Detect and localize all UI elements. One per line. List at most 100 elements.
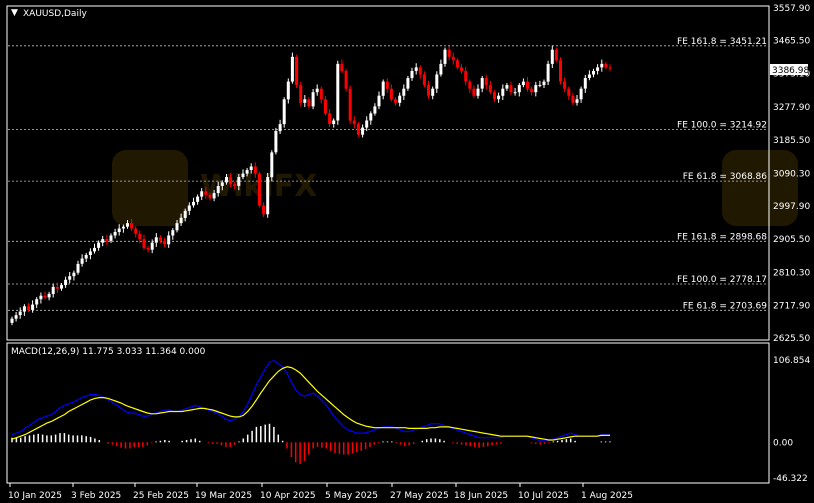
candle-body [365, 120, 369, 128]
candle-body [229, 177, 233, 185]
candle-body [204, 191, 208, 195]
candle-body [435, 74, 439, 89]
candle-body [101, 239, 105, 243]
candle-body [47, 293, 51, 298]
candle-body [225, 177, 228, 183]
candle-body [369, 113, 373, 121]
macd-label: MACD(12,26,9) 11.775 3.033 11.364 0.000 [11, 347, 206, 357]
candle-body [262, 205, 266, 215]
candle-body [93, 247, 96, 252]
candle-body [377, 95, 381, 107]
candle-body [150, 242, 154, 250]
candle-body [356, 124, 360, 135]
candle-body [216, 186, 220, 194]
fib-level-label: FE 100.0 = 3214.92 [677, 120, 767, 130]
fib-level-label: FE 61.8 = 2703.69 [683, 301, 768, 311]
candle-body [328, 113, 332, 124]
candle-body [39, 295, 43, 300]
candle-body [295, 56, 299, 86]
candle-body [117, 228, 121, 232]
candle-body [398, 95, 402, 103]
candle-body [550, 49, 554, 64]
candle-body [212, 193, 216, 199]
candle-body [282, 99, 286, 125]
candle-body [278, 124, 282, 132]
candle-body [319, 88, 323, 100]
candle-body [290, 56, 294, 82]
candle-body [389, 88, 393, 100]
candle-body [472, 88, 476, 96]
time-tick-label: 18 Jun 2025 [454, 491, 508, 501]
macd-line [11, 360, 610, 442]
macd-histogram [11, 423, 611, 464]
candle-body [266, 177, 270, 215]
candle-body [299, 85, 303, 103]
price-tick-label: 2905.50 [773, 235, 810, 245]
candle-body [604, 63, 608, 68]
candle-body [311, 92, 315, 107]
time-tick-label: 10 Jul 2025 [518, 491, 569, 501]
candle-body [381, 81, 385, 96]
candle-body [51, 286, 55, 294]
candle-body [183, 210, 187, 218]
candle-body [245, 170, 249, 174]
candle-body [526, 81, 529, 89]
candle-body [554, 49, 558, 61]
candle-body [402, 88, 406, 96]
candle-body [192, 201, 195, 206]
candle-body [113, 232, 117, 236]
candle-body [43, 295, 47, 298]
candle-body [464, 71, 468, 82]
candle-body [14, 315, 18, 319]
macd-plot-frame [6, 342, 770, 484]
candle-body [80, 258, 84, 264]
candle-body [175, 223, 179, 231]
candle-body [592, 71, 595, 75]
candle-body [493, 92, 496, 100]
price-tick-label: 3090.30 [773, 170, 810, 180]
price-tick-label: 2625.50 [773, 334, 810, 344]
candle-body [233, 184, 237, 186]
symbol-label: XAUUSD,Daily [23, 9, 87, 19]
candle-body [35, 299, 39, 305]
candle-body [241, 173, 245, 178]
candle-body [439, 63, 443, 75]
candle-body [249, 166, 253, 170]
candle-body [27, 306, 30, 310]
candle-body [64, 279, 68, 286]
watermark: WikiFX [112, 150, 798, 226]
fib-level-label: FE 100.0 = 2778.17 [677, 275, 767, 285]
candle-body [583, 78, 587, 89]
candle-body [352, 120, 356, 124]
candle-body [361, 127, 365, 135]
candle-body [220, 182, 224, 186]
fib-level-label: FE 161.8 = 3451.21 [677, 37, 767, 47]
time-tick-label: 3 Feb 2025 [71, 491, 121, 501]
candle-body [534, 85, 538, 93]
time-tick-label: 1 Aug 2025 [581, 491, 633, 501]
candle-body [163, 240, 167, 245]
candle-body [385, 81, 389, 89]
candle-body [455, 60, 459, 68]
time-tick-label: 27 May 2025 [390, 491, 449, 501]
price-tick-label: 2810.30 [773, 269, 810, 279]
candle-body [109, 235, 113, 241]
candle-body [105, 239, 109, 241]
candle-body [587, 74, 591, 78]
candle-body [179, 217, 183, 224]
candle-body [340, 63, 344, 71]
candle-body [505, 85, 509, 89]
candle-body [138, 233, 142, 240]
candle-body [567, 88, 571, 96]
current-price-marker: 3386.98 [770, 64, 809, 76]
candle-body [559, 60, 562, 82]
macd-tick-label: 0.00 [773, 438, 793, 448]
candle-body [126, 223, 129, 227]
candle-body [196, 196, 200, 202]
candle-body [575, 99, 579, 103]
candle-body [538, 85, 542, 87]
candle-body [460, 67, 463, 71]
candle-body [373, 106, 377, 114]
candle-body [315, 88, 319, 93]
candle-body [171, 230, 175, 236]
